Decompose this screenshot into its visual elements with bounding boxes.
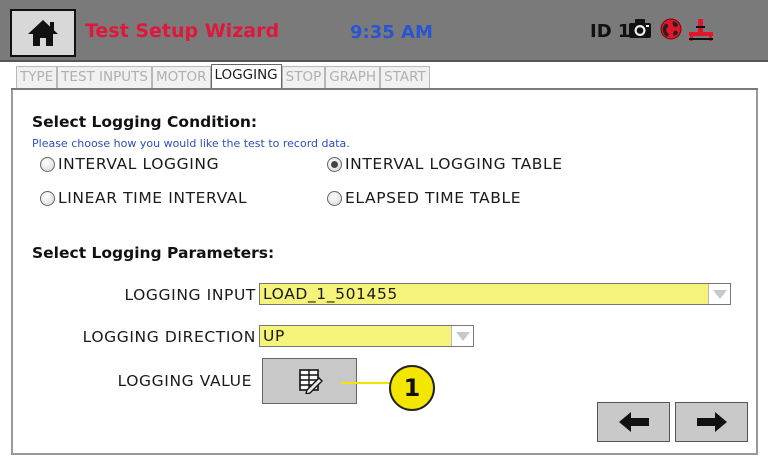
logging-input-value: LOAD_1_501455 <box>263 285 398 303</box>
device-id: ID 1 <box>590 21 631 42</box>
radio-linear-time-interval[interactable]: LINEAR TIME INTERVAL <box>40 189 247 207</box>
radio-elapsed-time-table[interactable]: ELAPSED TIME TABLE <box>327 189 521 207</box>
radio-button[interactable] <box>40 190 55 206</box>
logging-direction-select[interactable]: UP <box>259 325 474 347</box>
radio-label: INTERVAL LOGGING <box>58 155 220 173</box>
radio-label: ELAPSED TIME TABLE <box>345 189 522 207</box>
logging-parameters-heading: Select Logging Parameters: <box>32 244 275 262</box>
chevron-down-icon[interactable] <box>451 326 473 346</box>
network-globe-icon[interactable] <box>660 18 682 44</box>
arrow-right-icon <box>696 412 727 432</box>
radio-button[interactable] <box>40 156 55 172</box>
logging-value-button[interactable] <box>262 358 357 404</box>
tab-type[interactable]: TYPE <box>16 66 58 88</box>
callout-badge: 1 <box>389 365 435 411</box>
tab-motor[interactable]: MOTOR <box>151 66 211 88</box>
radio-button[interactable] <box>327 190 342 206</box>
tab-stop[interactable]: STOP <box>281 66 326 88</box>
callout-connector <box>341 382 391 384</box>
back-button[interactable] <box>597 402 670 442</box>
camera-icon[interactable] <box>628 18 652 44</box>
tab-logging[interactable]: LOGGING <box>210 64 282 88</box>
logging-value-label: LOGGING VALUE <box>117 372 252 390</box>
radio-interval-logging-table[interactable]: INTERVAL LOGGING TABLE <box>327 155 563 173</box>
next-button[interactable] <box>675 402 748 442</box>
logging-condition-heading: Select Logging Condition: <box>32 113 258 131</box>
logging-condition-hint: Please choose how you would like the tes… <box>32 137 350 150</box>
tab-start[interactable]: START <box>380 66 430 88</box>
radio-label: LINEAR TIME INTERVAL <box>58 189 248 207</box>
chevron-down-icon[interactable] <box>708 284 730 304</box>
logging-input-select[interactable]: LOAD_1_501455 <box>259 283 731 305</box>
home-button[interactable] <box>10 9 76 57</box>
radio-label: INTERVAL LOGGING TABLE <box>345 155 563 173</box>
radio-button-selected[interactable] <box>327 156 342 172</box>
header-bar: Test Setup Wizard 9:35 AM ID 1 <box>0 0 768 62</box>
frame-status-icon[interactable] <box>688 18 714 46</box>
arrow-left-icon <box>618 412 649 432</box>
radio-interval-logging[interactable]: INTERVAL LOGGING <box>40 155 219 173</box>
tab-test-inputs[interactable]: TEST INPUTS <box>57 66 152 88</box>
app-window: Test Setup Wizard 9:35 AM ID 1 TYPE TEST… <box>0 0 768 463</box>
table-edit-icon <box>298 369 323 394</box>
logging-input-label: LOGGING INPUT <box>124 286 256 304</box>
tab-graph[interactable]: GRAPH <box>325 66 381 88</box>
logging-direction-value: UP <box>263 327 285 345</box>
home-icon <box>28 20 58 46</box>
page-title: Test Setup Wizard <box>85 20 280 42</box>
wizard-tabs: TYPE TEST INPUTS MOTOR LOGGING STOP GRAP… <box>16 64 430 88</box>
logging-direction-label: LOGGING DIRECTION <box>82 328 256 346</box>
clock-time: 9:35 AM <box>350 22 433 43</box>
